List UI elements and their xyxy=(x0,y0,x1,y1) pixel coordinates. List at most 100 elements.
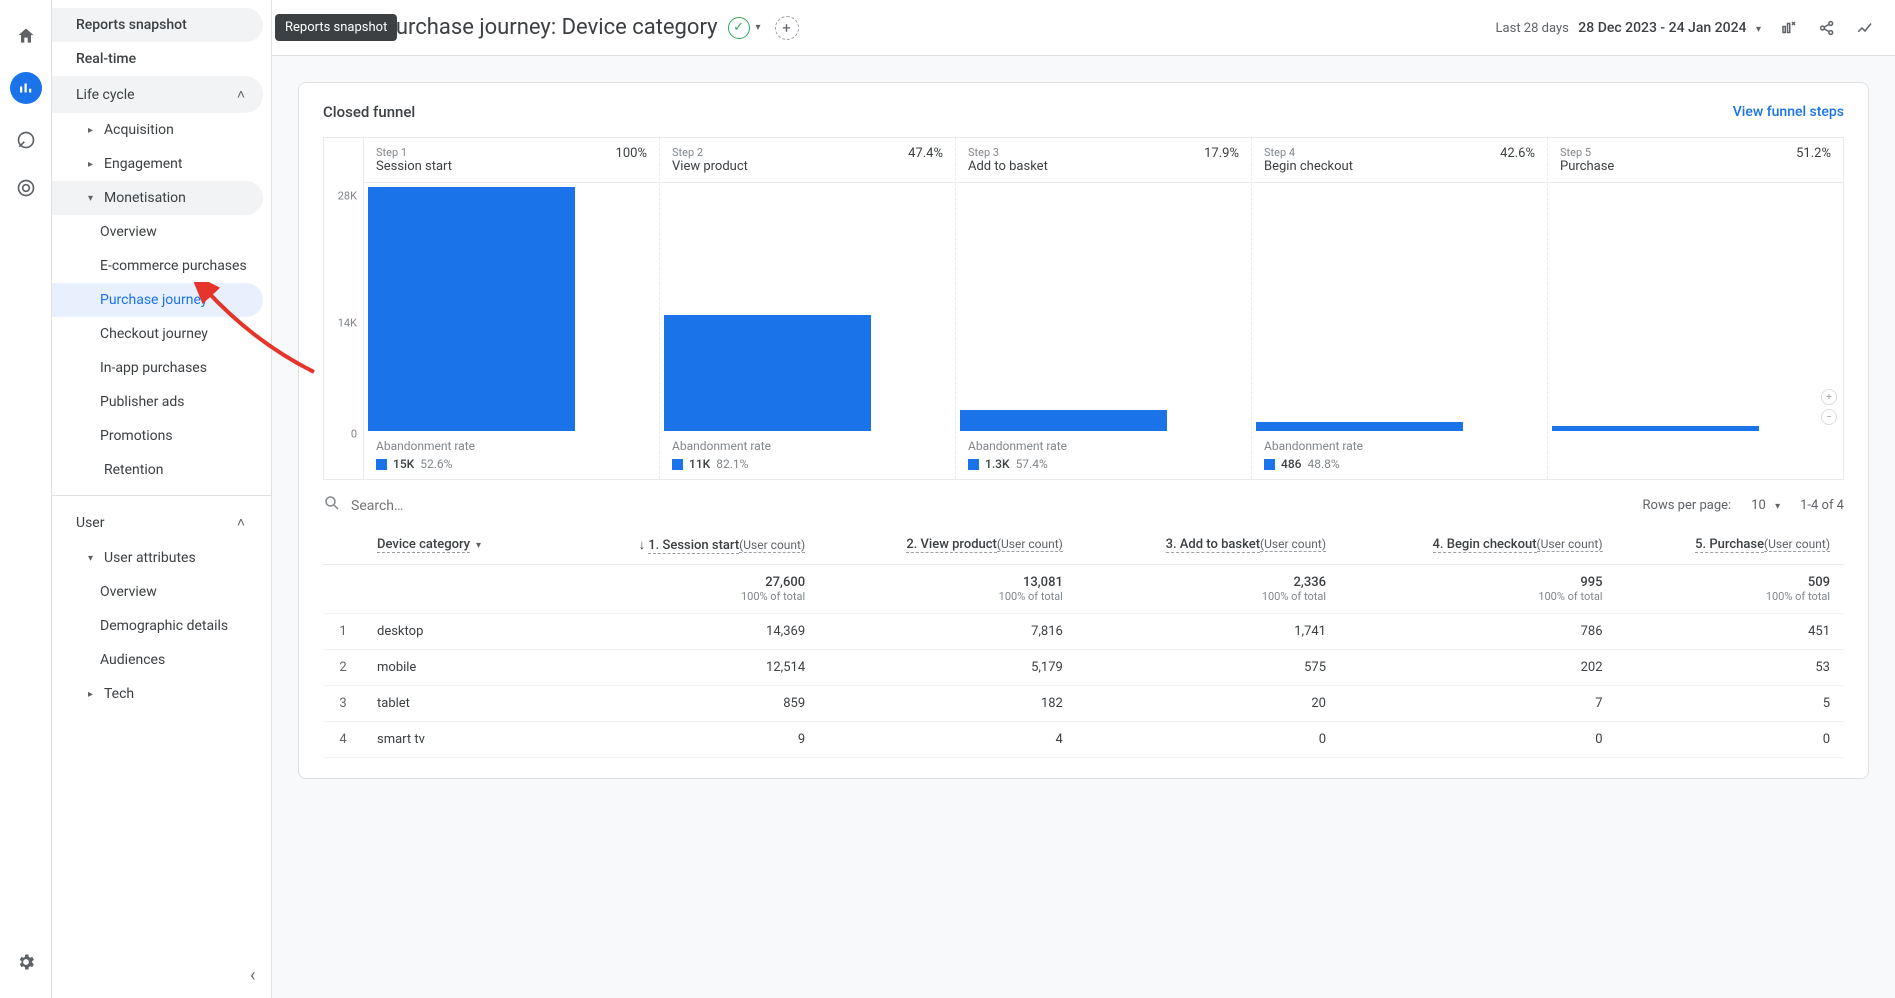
dimension-header[interactable]: Device category▾ xyxy=(363,527,547,565)
total-cell: 13,081100% of total xyxy=(819,565,1077,614)
customize-report-icon[interactable] xyxy=(1779,18,1799,38)
sidebar-mon-overview[interactable]: Overview xyxy=(52,215,263,249)
ytick: 0 xyxy=(351,428,357,441)
sidebar-mon-ecom[interactable]: E-commerce purchases xyxy=(52,249,263,283)
funnel-bar[interactable] xyxy=(960,410,1167,431)
sidebar-group-user[interactable]: User ˄ xyxy=(52,504,263,541)
date-range-picker[interactable]: Last 28 days 28 Dec 2023 - 24 Jan 2024 ▾ xyxy=(1496,20,1761,36)
cell: 7 xyxy=(1340,686,1617,722)
sidebar-user-attributes[interactable]: ▾User attributes xyxy=(52,541,263,575)
label: Tech xyxy=(104,686,134,702)
row-name: desktop xyxy=(363,614,547,650)
step-footer: Abandonment rate 11K82.1% xyxy=(660,431,955,479)
home-icon[interactable] xyxy=(14,24,38,48)
total-cell: 509100% of total xyxy=(1617,565,1845,614)
sidebar-tech[interactable]: ▸ Tech xyxy=(52,677,263,711)
step-label: View product xyxy=(672,159,748,174)
ytick: 14K xyxy=(338,317,357,330)
metric-header[interactable]: ↓ 1. Session start(User count) xyxy=(547,527,819,565)
row-index: 4 xyxy=(323,722,363,758)
label: Real-time xyxy=(76,51,136,67)
chevron-down-icon[interactable]: ▾ xyxy=(756,22,761,33)
date-range-label: Last 28 days xyxy=(1496,21,1569,36)
cell: 0 xyxy=(1077,722,1340,758)
rows-per-page-select[interactable]: 10 ▾ xyxy=(1751,498,1780,513)
insights-icon[interactable] xyxy=(1855,18,1875,38)
cell: 4 xyxy=(819,722,1077,758)
sidebar-real-time[interactable]: Real-time xyxy=(52,42,263,76)
funnel-bar[interactable] xyxy=(1552,426,1759,431)
legend-swatch xyxy=(968,459,979,470)
sidebar-mon-inapp[interactable]: In-app purchases xyxy=(52,351,263,385)
advertising-icon[interactable] xyxy=(14,176,38,200)
cell: 5,179 xyxy=(819,650,1077,686)
zoom-in-icon[interactable]: + xyxy=(1821,389,1837,405)
label: Overview xyxy=(100,584,157,600)
header-bar: Purchase journey: Device category ✓ ▾ + … xyxy=(272,0,1895,56)
search-input[interactable] xyxy=(351,498,651,514)
sidebar-ua-audiences[interactable]: Audiences xyxy=(52,643,263,677)
bar-zone xyxy=(660,183,955,431)
label: Checkout journey xyxy=(100,326,208,342)
abandonment-label: Abandonment rate xyxy=(1264,439,1535,453)
cell: 859 xyxy=(547,686,819,722)
table-row[interactable]: 4smart tv94000 xyxy=(323,722,1844,758)
search-icon[interactable] xyxy=(323,494,341,517)
zoom-out-icon[interactable]: − xyxy=(1821,409,1837,425)
metric-header[interactable]: 5. Purchase(User count) xyxy=(1617,527,1845,565)
sidebar-ua-demographic[interactable]: Demographic details xyxy=(52,609,263,643)
sidebar: Reports snapshot Real-time Life cycle ˄ … xyxy=(52,0,272,998)
share-icon[interactable] xyxy=(1817,18,1837,38)
caret-icon: ▾ xyxy=(88,553,96,564)
step-number: Step 1 xyxy=(376,146,452,159)
table-row[interactable]: 1desktop14,3697,8161,741786451 xyxy=(323,614,1844,650)
legend-swatch xyxy=(1264,459,1275,470)
metric-header[interactable]: 3. Add to basket(User count) xyxy=(1077,527,1340,565)
sidebar-monetisation[interactable]: ▾Monetisation xyxy=(52,181,263,215)
cell: 20 xyxy=(1077,686,1340,722)
table-row[interactable]: 3tablet8591822075 xyxy=(323,686,1844,722)
bar-zone xyxy=(364,183,659,431)
label: Demographic details xyxy=(100,618,228,634)
chevron-up-icon: ˄ xyxy=(237,514,245,531)
metric-header[interactable]: 4. Begin checkout(User count) xyxy=(1340,527,1617,565)
sidebar-engagement[interactable]: ▸Engagement xyxy=(52,147,263,181)
sidebar-reports-snapshot[interactable]: Reports snapshot xyxy=(52,8,263,42)
funnel-bar[interactable] xyxy=(664,315,871,431)
explore-icon[interactable] xyxy=(14,128,38,152)
metric-header[interactable]: 2. View product(User count) xyxy=(819,527,1077,565)
step-number: Step 3 xyxy=(968,146,1048,159)
abandonment-count: 486 xyxy=(1281,457,1301,471)
sidebar-mon-publisher[interactable]: Publisher ads xyxy=(52,385,263,419)
cell: 7,816 xyxy=(819,614,1077,650)
step-pct: 17.9% xyxy=(1204,146,1239,174)
sidebar-mon-purchase-journey[interactable]: Purchase journey xyxy=(52,283,263,317)
reports-icon[interactable] xyxy=(10,72,42,104)
view-funnel-steps-link[interactable]: View funnel steps xyxy=(1733,104,1844,120)
sidebar-ua-overview[interactable]: Overview xyxy=(52,575,263,609)
sidebar-mon-promotions[interactable]: Promotions xyxy=(52,419,263,453)
caret-icon: ▸ xyxy=(88,689,96,700)
funnel-bar[interactable] xyxy=(1256,422,1463,431)
table-row[interactable]: 2mobile12,5145,17957520253 xyxy=(323,650,1844,686)
row-index: 1 xyxy=(323,614,363,650)
cell: 9 xyxy=(547,722,819,758)
bar-zone xyxy=(956,183,1251,431)
funnel-bar[interactable] xyxy=(368,187,575,431)
sidebar-group-life-cycle[interactable]: Life cycle ˄ xyxy=(52,76,263,113)
cell: 14,369 xyxy=(547,614,819,650)
sidebar-acquisition[interactable]: ▸Acquisition xyxy=(52,113,263,147)
abandonment-label: Abandonment rate xyxy=(672,439,943,453)
device-table: Device category▾↓ 1. Session start(User … xyxy=(323,527,1844,758)
add-comparison-button[interactable]: + xyxy=(775,16,799,40)
settings-icon[interactable] xyxy=(14,950,38,974)
abandonment-label: Abandonment rate xyxy=(376,439,647,453)
row-name: mobile xyxy=(363,650,547,686)
sidebar-mon-checkout-journey[interactable]: Checkout journey xyxy=(52,317,263,351)
chevron-down-icon: ▾ xyxy=(476,540,481,551)
funnel-card: Closed funnel View funnel steps 28K 14K … xyxy=(298,82,1869,779)
sidebar-retention[interactable]: Retention xyxy=(52,453,263,487)
label: In-app purchases xyxy=(100,360,207,376)
collapse-sidebar-icon[interactable]: ‹ xyxy=(250,965,255,986)
status-check-icon[interactable]: ✓ xyxy=(728,17,750,39)
